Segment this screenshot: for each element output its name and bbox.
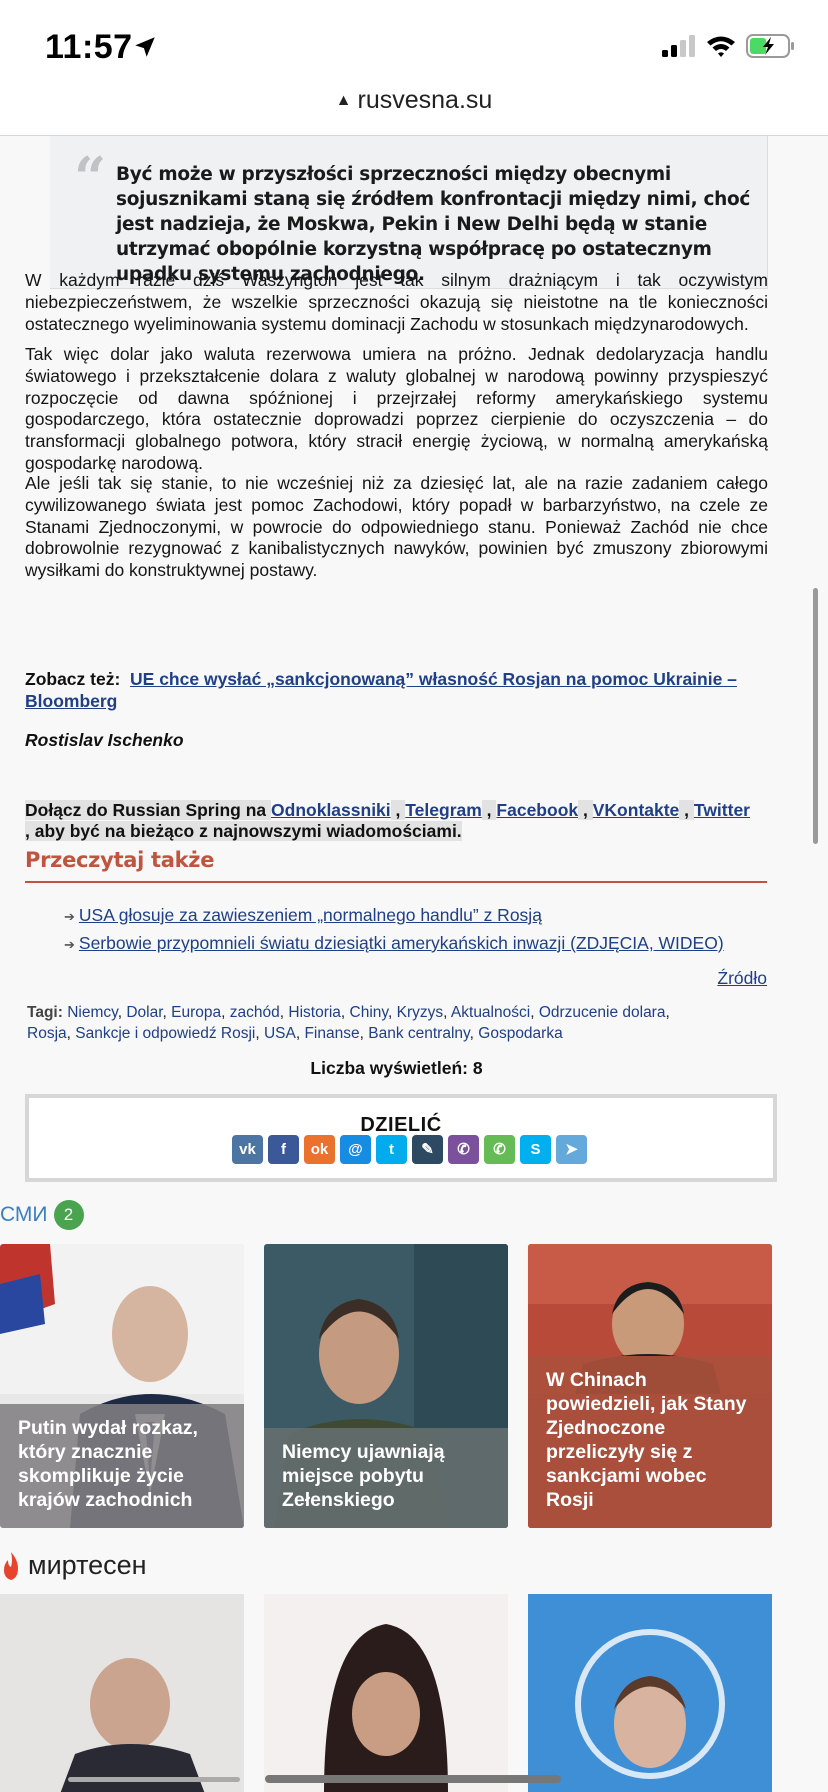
source-link[interactable]: Źródło (717, 968, 767, 989)
news-card-caption: Niemcy ujawniają miejsce pobytu Zełenski… (264, 1428, 508, 1528)
tag-link[interactable]: Aktualności (451, 1004, 530, 1021)
cellular-signal-icon (662, 35, 695, 57)
see-also-label: Zobacz też: (25, 669, 121, 689)
mirtesen-label: миртесен (28, 1550, 147, 1580)
scrollbar[interactable] (813, 588, 818, 844)
recommended-card-image (264, 1594, 508, 1792)
warning-icon: ▲ (335, 92, 352, 109)
author-name: Rostislav Ischenko (25, 730, 184, 750)
location-arrow-icon (135, 37, 155, 57)
view-count: Liczba wyświetleń: 8 (310, 1058, 483, 1078)
read-also-divider (25, 881, 767, 883)
tag-link[interactable]: Sankcje i odpowiedź Rosji (75, 1025, 255, 1042)
related-link[interactable]: Serbowie przypomnieli światu dziesiątki … (79, 933, 724, 953)
odnoklassniki-icon[interactable]: ok (304, 1135, 335, 1164)
tags-list: Tagi: Niemcy, Dolar, Europa, zachód, His… (27, 1004, 670, 1042)
battery-icon (746, 34, 794, 58)
related-links-list: ➔ USA głosuje za zawieszeniem „normalnego… (64, 902, 724, 958)
news-card[interactable]: Niemcy ujawniają miejsce pobytu Zełenski… (264, 1244, 508, 1528)
tag-link[interactable]: Europa (171, 1004, 221, 1021)
tag-link[interactable]: Gospodarka (478, 1025, 562, 1042)
recommended-card[interactable] (0, 1594, 244, 1792)
tag-link[interactable]: Dolar (126, 1004, 162, 1021)
status-bar: 11:57 (0, 0, 828, 96)
article-paragraph: Ale jeśli tak się stanie, to nie wcześni… (25, 473, 768, 581)
news-card[interactable]: W Chinach powiedzieli, jak Stany Zjednoc… (528, 1244, 772, 1528)
tag-link[interactable]: Kryzys (397, 1004, 444, 1021)
share-buttons: vk f ok @ t ✎ ✆ ✆ S ➤ (232, 1135, 587, 1164)
news-card-caption: Putin wydał rozkaz, który znacznie skomp… (0, 1404, 244, 1528)
facebook-icon[interactable]: f (268, 1135, 299, 1164)
recommended-card[interactable] (264, 1594, 508, 1792)
skype-icon[interactable]: S (520, 1135, 551, 1164)
see-also: Zobacz też: UE chce wysłać „sankcjonowan… (25, 668, 768, 712)
recommended-card[interactable] (528, 1594, 772, 1792)
flame-icon (4, 1551, 18, 1580)
viber-icon[interactable]: ✆ (448, 1135, 479, 1164)
related-link[interactable]: USA głosuje za zawieszeniem „normalnego … (79, 905, 542, 925)
article-paragraph: Tak więc dolar jako waluta rezerwowa umi… (25, 344, 768, 473)
mailru-icon[interactable]: @ (340, 1135, 371, 1164)
home-indicator[interactable] (265, 1775, 561, 1783)
bullet-icon: ➔ (64, 909, 75, 924)
recommended-card-image (528, 1594, 772, 1792)
twitter-icon[interactable]: t (376, 1135, 407, 1164)
clock: 11:57 (45, 28, 133, 66)
page-content[interactable]: “ Być może w przyszłości sprzeczności mi… (0, 136, 828, 1792)
list-item: ➔ Serbowie przypomnieli światu dziesiątki… (64, 930, 724, 958)
tags-label: Tagi: (27, 1004, 63, 1021)
tag-link[interactable]: Rosja (27, 1025, 67, 1042)
tag-link[interactable]: Odrzucenie dolara (539, 1004, 666, 1021)
pull-quote-text: Być może w przyszłości sprzeczności międ… (116, 164, 751, 285)
tag-link[interactable]: Finanse (304, 1025, 359, 1042)
list-item: ➔ USA głosuje za zawieszeniem „normalnego… (64, 902, 724, 930)
link-facebook[interactable]: Facebook (496, 800, 578, 820)
tag-link[interactable]: zachód (230, 1004, 280, 1021)
smi-label: СМИ (0, 1203, 48, 1226)
recommended-card-image (0, 1594, 244, 1792)
wifi-icon (707, 36, 735, 57)
see-also-link[interactable]: UE chce wysłać „sankcjonowaną” własność … (25, 669, 737, 711)
smi-badge: 2 (53, 1200, 84, 1230)
status-indicators (662, 34, 796, 58)
tag-link[interactable]: Bank centralny (368, 1025, 469, 1042)
mirtesen-header: миртесен (0, 1550, 147, 1581)
telegram-icon[interactable]: ➤ (556, 1135, 587, 1164)
tag-link[interactable]: Chiny (350, 1004, 388, 1021)
smi-header: СМИ 2 (0, 1200, 84, 1230)
share-panel: DZIELIĆ vk f ok @ t ✎ ✆ ✆ S ➤ (25, 1094, 777, 1182)
read-also-heading: Przeczytaj także (25, 848, 215, 872)
quote-icon: “ (74, 145, 107, 211)
news-card[interactable]: Putin wydał rozkaz, który znacznie skomp… (0, 1244, 244, 1528)
join-prefix: Dołącz do Russian Spring na (25, 800, 267, 820)
url-domain: rusvesna.su (357, 86, 493, 114)
social-join-banner: Dołącz do Russian Spring na Odnoklassnik… (25, 800, 770, 842)
toolbar-handle (68, 1777, 240, 1782)
pull-quote: “ Być może w przyszłości sprzeczności mi… (50, 136, 768, 289)
join-suffix: , aby być na bieżąco z najnowszymi wiado… (25, 821, 462, 841)
tag-link[interactable]: Historia (288, 1004, 341, 1021)
link-odnoklassniki[interactable]: Odnoklassniki (271, 800, 391, 820)
link-telegram[interactable]: Telegram (405, 800, 482, 820)
tag-link[interactable]: USA (264, 1025, 296, 1042)
article-paragraph: W każdym razie dziś Waszyngton jest tak … (25, 270, 768, 334)
bullet-icon: ➔ (64, 937, 75, 952)
tag-link[interactable]: Niemcy (67, 1004, 118, 1021)
link-vkontakte[interactable]: VKontakte (593, 800, 680, 820)
join-separator: , (486, 800, 492, 820)
vk-icon[interactable]: vk (232, 1135, 263, 1164)
livejournal-icon[interactable]: ✎ (412, 1135, 443, 1164)
news-card-caption: W Chinach powiedzieli, jak Stany Zjednoc… (528, 1356, 772, 1528)
whatsapp-icon[interactable]: ✆ (484, 1135, 515, 1164)
link-twitter[interactable]: Twitter (694, 800, 750, 820)
address-bar[interactable]: ▲ rusvesna.su (0, 86, 828, 138)
share-title: DZIELIĆ (360, 1114, 442, 1136)
